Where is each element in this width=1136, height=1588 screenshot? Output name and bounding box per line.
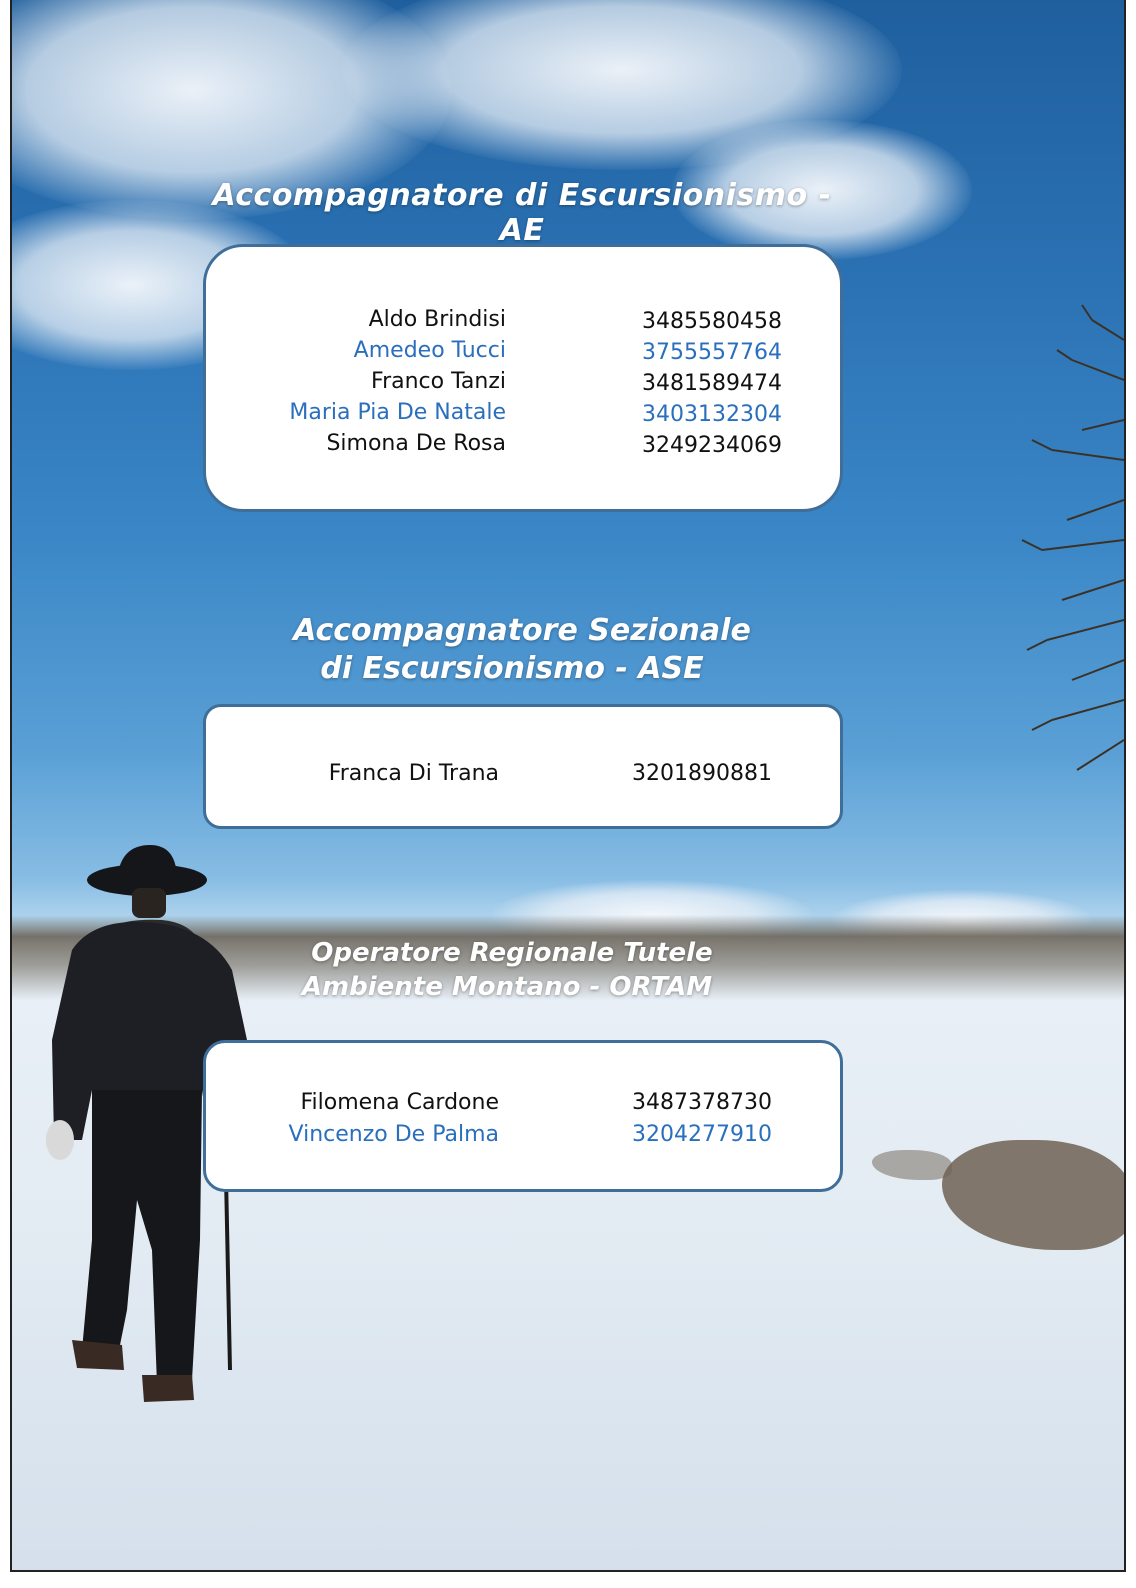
section-ase-title-line2: di Escursionismo - ASE: [320, 651, 704, 686]
section-ae-title: Accompagnatore di Escursionismo - AE: [212, 178, 832, 248]
contact-row: Maria Pia De Natale: [206, 397, 506, 428]
contact-phone[interactable]: 3755557764: [642, 337, 782, 368]
contact-name: Amedeo Tucci: [353, 338, 506, 363]
brochure-page: Accompagnatore di Escursionismo - AE Ald…: [10, 0, 1126, 1572]
contact-phone[interactable]: 3204277910: [632, 1119, 772, 1150]
contact-row: Amedeo Tucci: [206, 335, 506, 366]
contact-name: Maria Pia De Natale: [289, 400, 506, 425]
section-ase-title-line1: Accompagnatore Sezionale: [293, 613, 751, 648]
contacts-box-ase: Filomena Cardone Franca Di Trana 3201890…: [203, 704, 843, 829]
contact-phone[interactable]: 3485580458: [642, 306, 782, 337]
section-ase-title: Accompagnatore Sezionale di Escursionism…: [192, 612, 852, 688]
tree-branches: [1021, 304, 1124, 771]
contact-row: 3485580458: [506, 306, 782, 337]
contact-name: Franca Di Trana: [328, 761, 499, 786]
contact-row: Simona De Rosa: [206, 428, 506, 459]
section-ortam-title-line2: Ambiente Montano - ORTAM: [301, 972, 713, 1002]
ground-patch: [872, 1150, 952, 1180]
contact-row: 3755557764: [506, 337, 782, 368]
contacts-box-ae: Aldo Brindisi 3485580458 Amedeo Tucci 37…: [203, 244, 843, 512]
contact-row: Vincenzo De Palma: [206, 1119, 499, 1150]
contact-phone[interactable]: 3403132304: [642, 399, 782, 430]
contact-row: Filomena Cardone: [206, 1087, 499, 1118]
contact-row: Filomena Cardone Franca Di Trana: [206, 758, 499, 789]
contact-name: Aldo Brindisi: [368, 307, 506, 332]
ground-patch: [942, 1140, 1124, 1250]
contact-row: 3481589474: [506, 368, 782, 399]
section-ortam-title-line1: Operatore Regionale Tutele: [311, 938, 713, 968]
contact-name: Vincenzo De Palma: [288, 1122, 499, 1147]
contact-row: 3249234069: [506, 430, 782, 461]
contact-phone[interactable]: 3201890881: [632, 758, 772, 789]
contact-row: Aldo Brindisi: [206, 304, 506, 335]
contact-row: 3201890881: [506, 758, 772, 789]
contact-name: Filomena Cardone: [300, 1090, 499, 1115]
contacts-box-ortam: Filomena Cardone 3487378730 Vincenzo De …: [203, 1040, 843, 1192]
contact-name: Simona De Rosa: [326, 431, 506, 456]
contact-row: 3403132304: [506, 399, 782, 430]
contact-phone[interactable]: 3249234069: [642, 430, 782, 461]
section-ortam-title: Operatore Regionale Tutele Ambiente Mont…: [192, 936, 852, 1004]
contact-name: Franco Tanzi: [371, 369, 506, 394]
contact-row: 3487378730: [506, 1087, 772, 1118]
contact-row: 3204277910: [506, 1119, 772, 1150]
contact-phone[interactable]: 3487378730: [632, 1087, 772, 1118]
contact-phone[interactable]: 3481589474: [642, 368, 782, 399]
contact-row: Franco Tanzi: [206, 366, 506, 397]
